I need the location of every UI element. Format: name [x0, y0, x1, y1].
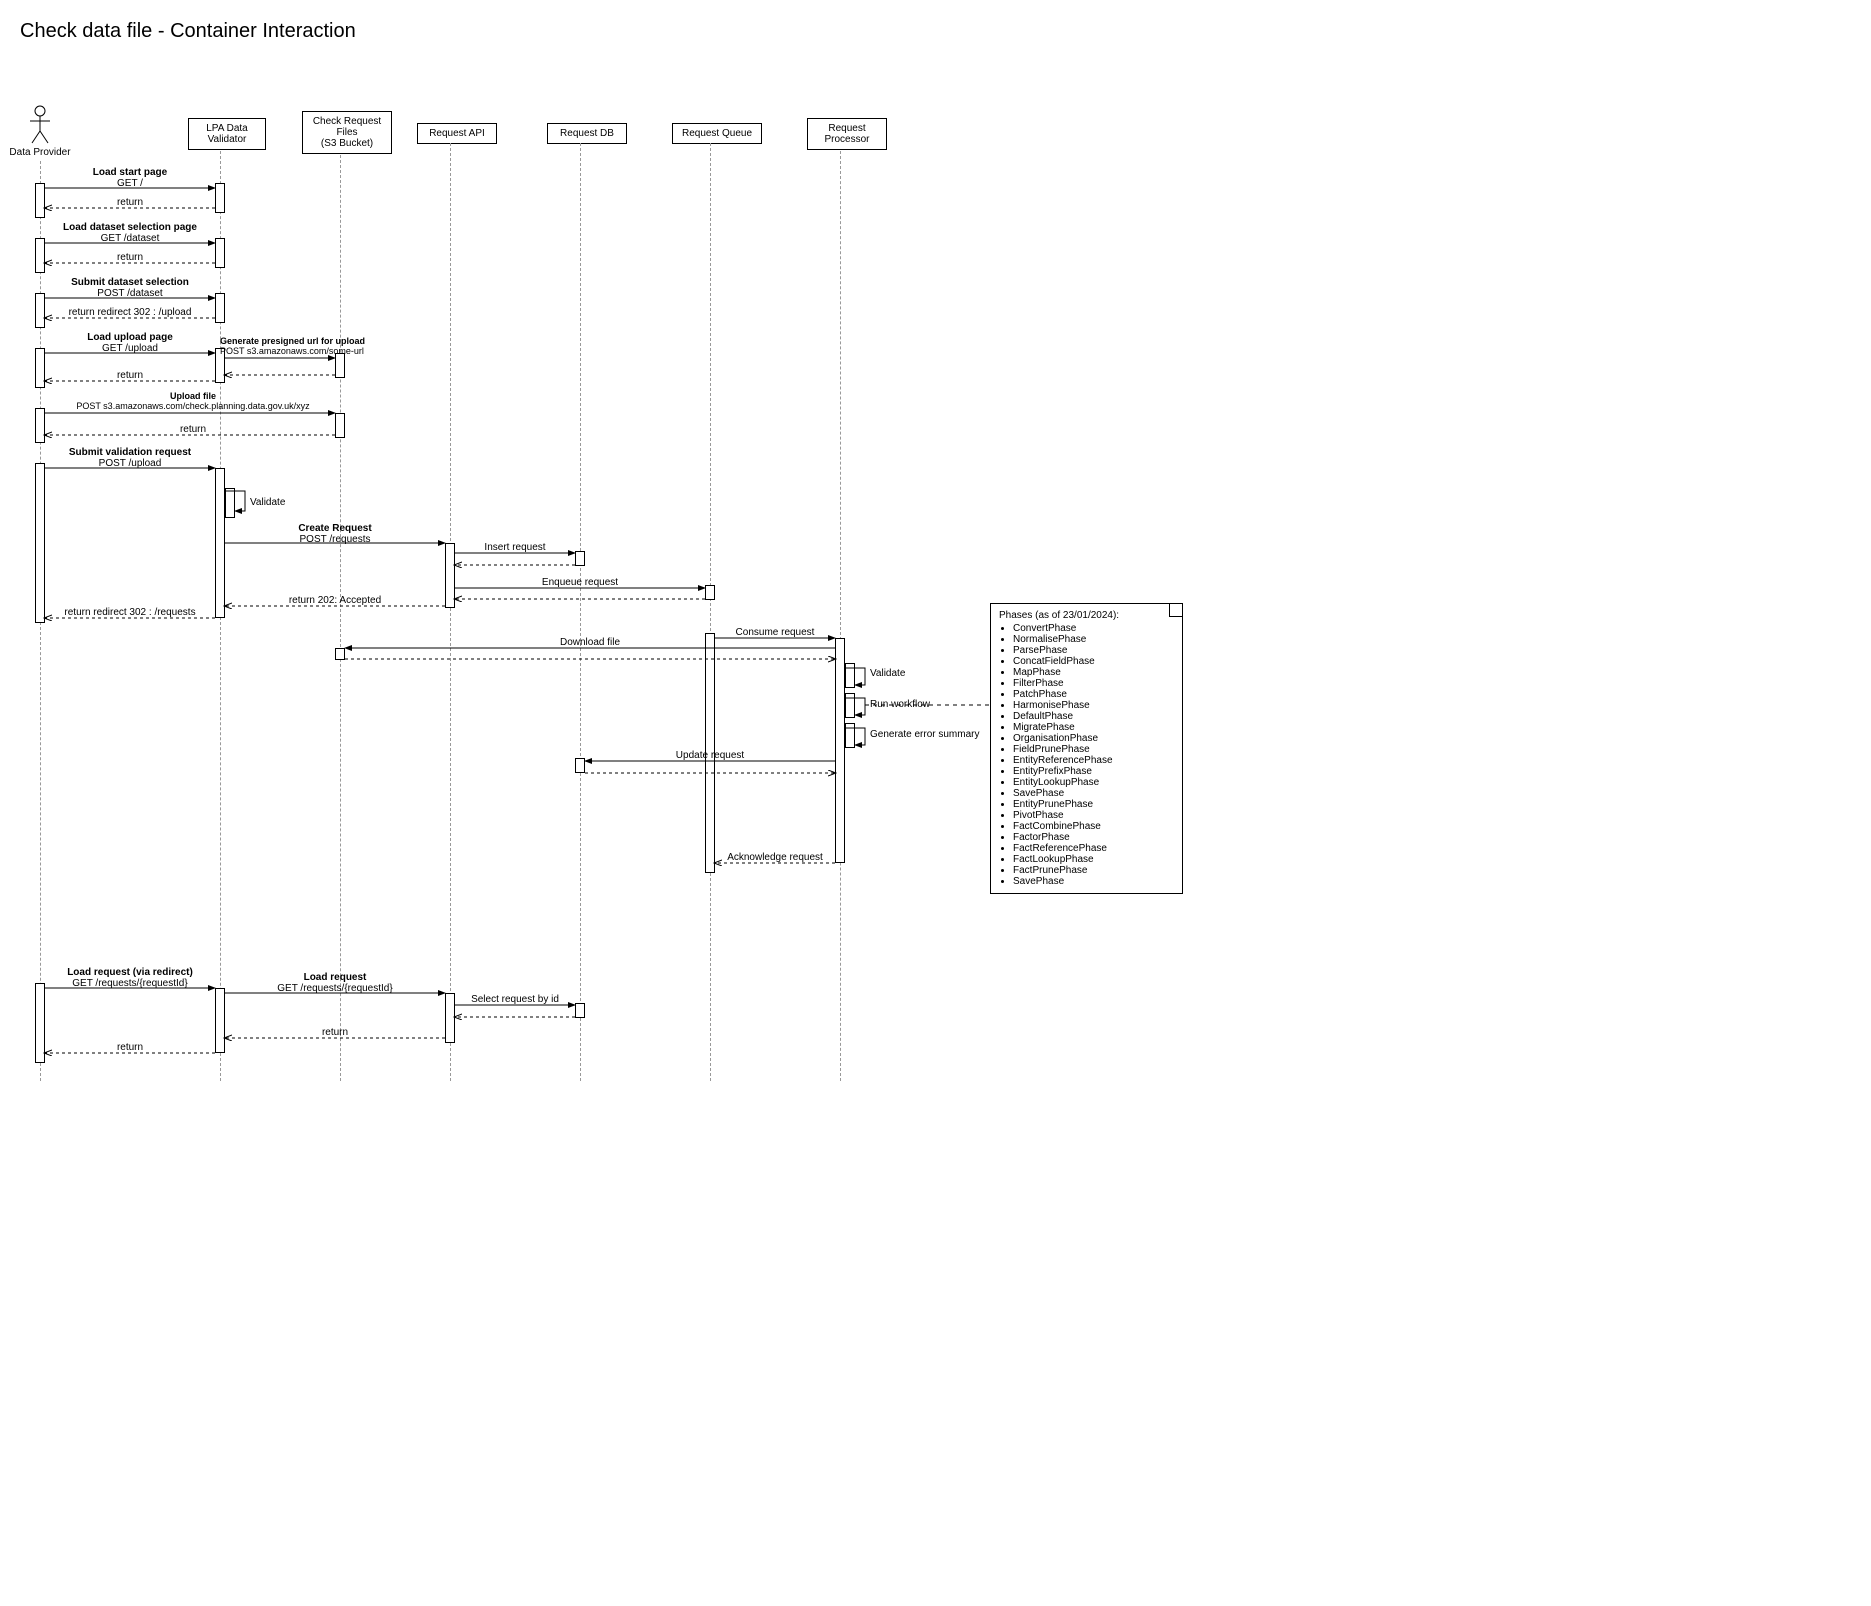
- phase-item: SavePhase: [1013, 788, 1174, 799]
- phase-item: FactorPhase: [1013, 832, 1174, 843]
- phase-item: MapPhase: [1013, 667, 1174, 678]
- msg-load-dataset: Load dataset selection page GET /dataset: [48, 222, 212, 244]
- actor-data-provider: [30, 105, 50, 145]
- phase-item: FactCombinePhase: [1013, 821, 1174, 832]
- sequence-diagram: Data Provider LPA Data Validator Check R…: [20, 63, 1220, 1113]
- msg-run-workflow: Run workflow: [870, 699, 930, 710]
- phase-item: SavePhase: [1013, 876, 1174, 887]
- msg-validate2: Validate: [870, 668, 905, 679]
- activation: [845, 723, 855, 748]
- activation: [445, 993, 455, 1043]
- msg-return: return: [48, 1042, 212, 1053]
- participant-lpa-validator: LPA Data Validator: [188, 118, 266, 150]
- activation: [575, 551, 585, 566]
- msg-submit-validation: Submit validation request POST /upload: [48, 447, 212, 469]
- activation: [575, 1003, 585, 1018]
- phase-item: FactReferencePhase: [1013, 843, 1174, 854]
- phase-item: PatchPhase: [1013, 689, 1174, 700]
- msg-load-upload: Load upload page GET /upload: [48, 332, 212, 354]
- msg-return: return: [48, 370, 212, 381]
- msg-submit-dataset: Submit dataset selection POST /dataset: [48, 277, 212, 299]
- msg-ack-request: Acknowledge request: [718, 852, 832, 863]
- participant-s3-bucket: Check Request Files (S3 Bucket): [302, 111, 392, 154]
- activation: [35, 348, 45, 388]
- msg-return-redirect-requests: return redirect 302 : /requests: [48, 607, 212, 618]
- phase-item: DefaultPhase: [1013, 711, 1174, 722]
- participant-request-queue: Request Queue: [672, 123, 762, 144]
- participant-request-processor: Request Processor: [807, 118, 887, 150]
- note-heading: Phases (as of 23/01/2024):: [999, 610, 1174, 621]
- msg-select-by-id: Select request by id: [458, 994, 572, 1005]
- phase-item: MigratePhase: [1013, 722, 1174, 733]
- msg-update-request: Update request: [588, 750, 832, 761]
- activation: [35, 408, 45, 443]
- phase-item: ParsePhase: [1013, 645, 1174, 656]
- msg-create-request: Create Request POST /requests: [228, 523, 442, 545]
- activation: [225, 488, 235, 518]
- lifeline-proc: [840, 151, 841, 1081]
- activation: [35, 183, 45, 218]
- activation: [445, 543, 455, 608]
- phase-item: NormalisePhase: [1013, 634, 1174, 645]
- msg-return-accepted: return 202: Accepted: [228, 595, 442, 606]
- msg-return: return: [228, 1027, 442, 1038]
- msg-return: return: [48, 197, 212, 208]
- activation: [35, 238, 45, 273]
- phase-item: FactPrunePhase: [1013, 865, 1174, 876]
- msg-enqueue-request: Enqueue request: [458, 577, 702, 588]
- activation: [575, 758, 585, 773]
- activation: [215, 988, 225, 1053]
- phase-item: EntityReferencePhase: [1013, 755, 1174, 766]
- phase-item: OrganisationPhase: [1013, 733, 1174, 744]
- activation: [215, 183, 225, 213]
- lifeline-queue: [710, 143, 711, 1081]
- activation: [335, 648, 345, 660]
- activation: [845, 693, 855, 718]
- msg-insert-request: Insert request: [458, 542, 572, 553]
- activation: [215, 293, 225, 323]
- phase-item: ConvertPhase: [1013, 623, 1174, 634]
- activation: [215, 468, 225, 618]
- phase-item: EntityPrefixPhase: [1013, 766, 1174, 777]
- actor-label: Data Provider: [0, 147, 80, 158]
- phase-item: EntityLookupPhase: [1013, 777, 1174, 788]
- msg-load-request: Load request GET /requests/{requestId}: [228, 972, 442, 994]
- activation: [35, 983, 45, 1063]
- arrow-overlay: [20, 63, 1220, 1113]
- lifeline-s3: [340, 155, 341, 1081]
- msg-return-redirect-upload: return redirect 302 : /upload: [48, 307, 212, 318]
- diagram-title: Check data file - Container Interaction: [20, 20, 1851, 43]
- phase-item: FactLookupPhase: [1013, 854, 1174, 865]
- phases-note: Phases (as of 23/01/2024): ConvertPhaseN…: [990, 603, 1183, 894]
- activation: [705, 585, 715, 600]
- activation: [35, 293, 45, 328]
- msg-validate: Validate: [250, 497, 285, 508]
- lifeline-api: [450, 143, 451, 1081]
- phase-item: FilterPhase: [1013, 678, 1174, 689]
- activation: [215, 238, 225, 268]
- phase-item: FieldPrunePhase: [1013, 744, 1174, 755]
- activation: [835, 638, 845, 863]
- msg-load-start: Load start page GET /: [48, 167, 212, 189]
- msg-gen-error-summary: Generate error summary: [870, 729, 979, 740]
- phase-item: ConcatFieldPhase: [1013, 656, 1174, 667]
- msg-download-file: Download file: [348, 637, 832, 648]
- msg-return: return: [48, 252, 212, 263]
- participant-request-api: Request API: [417, 123, 497, 144]
- msg-gen-presigned: Generate presigned url for upload POST s…: [220, 337, 350, 357]
- lifeline-db: [580, 143, 581, 1081]
- phase-item: EntityPrunePhase: [1013, 799, 1174, 810]
- activation: [845, 663, 855, 688]
- msg-load-request-redirect: Load request (via redirect) GET /request…: [48, 967, 212, 989]
- msg-upload-file: Upload file POST s3.amazonaws.com/check.…: [48, 392, 338, 412]
- activation: [35, 463, 45, 623]
- phase-item: HarmonisePhase: [1013, 700, 1174, 711]
- phase-item: PivotPhase: [1013, 810, 1174, 821]
- msg-return: return: [48, 424, 338, 435]
- participant-request-db: Request DB: [547, 123, 627, 144]
